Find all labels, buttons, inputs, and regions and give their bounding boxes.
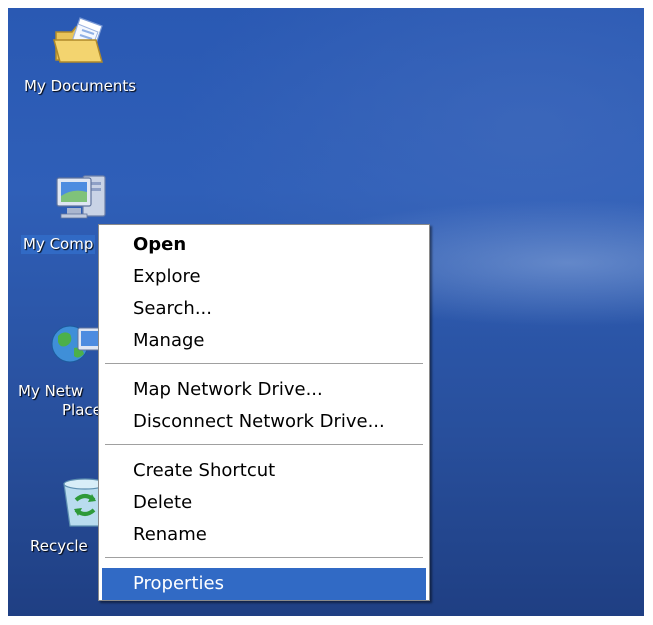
menu-item-manage[interactable]: Manage xyxy=(99,325,429,357)
menu-item-map-network-drive[interactable]: Map Network Drive... xyxy=(99,374,429,406)
menu-item-explore[interactable]: Explore xyxy=(99,261,429,293)
menu-item-disconnect-network-drive[interactable]: Disconnect Network Drive... xyxy=(99,406,429,438)
menu-separator xyxy=(105,363,423,365)
menu-item-delete[interactable]: Delete xyxy=(99,487,429,519)
desktop[interactable]: My Documents My Comp My Netw Place Recyc… xyxy=(8,8,644,616)
icon-label-my-documents: My Documents xyxy=(24,77,137,95)
menu-item-properties[interactable]: Properties xyxy=(102,568,426,600)
menu-item-create-shortcut[interactable]: Create Shortcut xyxy=(99,455,429,487)
folder-icon xyxy=(53,17,103,63)
menu-separator xyxy=(105,557,423,559)
menu-item-search[interactable]: Search... xyxy=(99,293,429,325)
menu-separator xyxy=(105,444,423,446)
icon-label-recycle-bin: Recycle xyxy=(30,537,88,555)
desktop-icon-my-documents[interactable]: My Documents xyxy=(24,14,137,96)
menu-item-open[interactable]: Open xyxy=(99,229,429,261)
computer-icon xyxy=(56,175,106,219)
menu-item-rename[interactable]: Rename xyxy=(99,519,429,551)
icon-label-my-computer: My Comp xyxy=(21,235,96,254)
context-menu: Open Explore Search... Manage Map Networ… xyxy=(98,224,430,601)
